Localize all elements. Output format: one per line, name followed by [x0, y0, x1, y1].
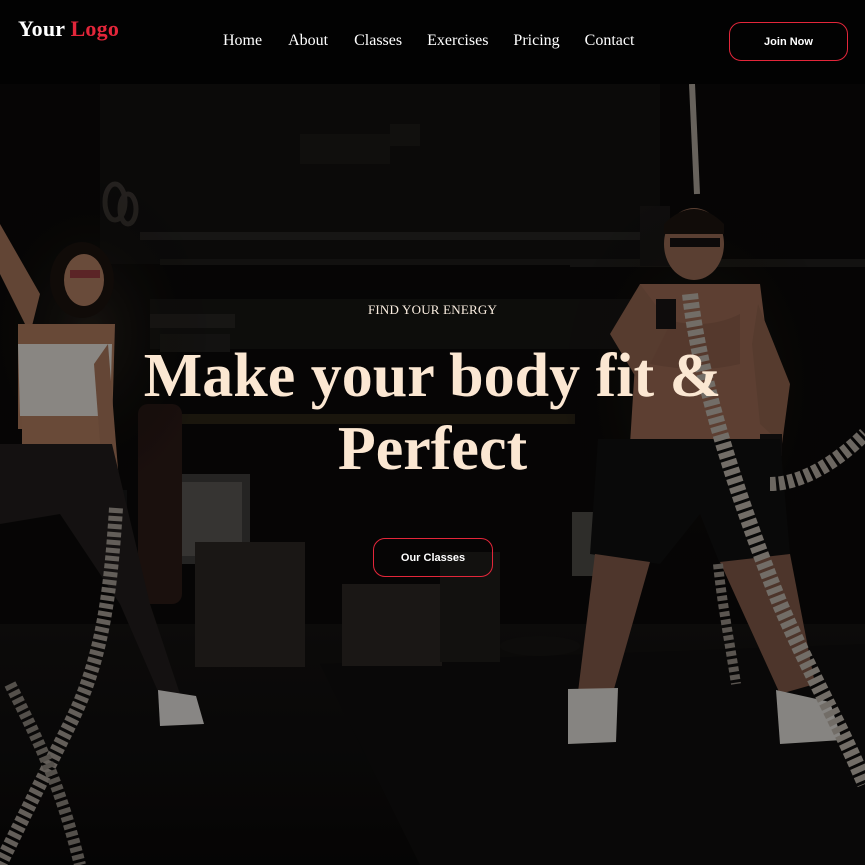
logo-word-accent: Logo — [70, 16, 120, 41]
nav-item-pricing: Pricing — [513, 32, 584, 50]
nav-link-about[interactable]: About — [288, 32, 328, 50]
nav-item-classes: Classes — [354, 32, 427, 50]
nav-item-home: Home — [223, 32, 288, 50]
nav-link-exercises[interactable]: Exercises — [427, 32, 488, 50]
nav-link-contact[interactable]: Contact — [585, 32, 635, 50]
nav-link-home[interactable]: Home — [223, 32, 262, 50]
nav-link-pricing[interactable]: Pricing — [513, 32, 559, 50]
logo-word-primary: Your — [18, 16, 65, 41]
nav-item-exercises: Exercises — [427, 32, 513, 50]
hero-section: FIND YOUR ENERGY Make your body fit & Pe… — [0, 84, 865, 865]
our-classes-button[interactable]: Our Classes — [373, 538, 493, 577]
nav-item-about: About — [288, 32, 354, 50]
nav-links: Home About Classes Exercises Pricing Con… — [223, 32, 634, 50]
logo[interactable]: Your Logo — [18, 16, 119, 42]
hero-headline: Make your body fit & Perfect — [143, 342, 722, 483]
join-now-button[interactable]: Join Now — [729, 22, 848, 61]
hero-content: FIND YOUR ENERGY Make your body fit & Pe… — [0, 84, 865, 865]
page: Your Logo Home About Classes Exercises P… — [0, 0, 865, 865]
hero-eyebrow: FIND YOUR ENERGY — [367, 302, 498, 317]
nav-item-contact: Contact — [585, 32, 635, 50]
navbar: Your Logo Home About Classes Exercises P… — [0, 0, 865, 84]
nav-link-classes[interactable]: Classes — [354, 32, 402, 50]
